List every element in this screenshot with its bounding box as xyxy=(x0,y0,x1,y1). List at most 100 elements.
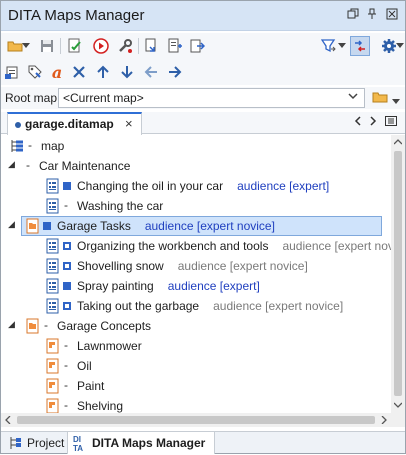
concept-icon xyxy=(45,358,61,374)
map-tree[interactable]: - map ◢ - Car Maintenance Changing the oil in… xyxy=(1,135,391,413)
tree-row-shelving[interactable]: - Shelving xyxy=(1,396,391,413)
tab-label: garage.ditamap xyxy=(25,117,114,131)
no-filter-marker: - xyxy=(28,138,32,152)
edit-properties-icon[interactable] xyxy=(25,62,45,82)
tab-garage-ditamap[interactable]: garage.ditamap × xyxy=(7,112,142,135)
map-icon xyxy=(9,138,25,154)
folder-topic-icon xyxy=(25,218,41,234)
tree-row-paint[interactable]: - Paint xyxy=(1,376,391,396)
filter-dropdown-icon[interactable] xyxy=(337,36,347,56)
tree-row-map[interactable]: - map xyxy=(1,136,391,156)
settings-dropdown-icon[interactable] xyxy=(396,36,404,56)
toolbar-separator xyxy=(138,38,139,54)
tree-row-taking-out-the-garbage[interactable]: Taking out the garbage audience [expert n… xyxy=(1,296,391,316)
expand-toggle-icon[interactable]: ◢ xyxy=(8,219,15,230)
no-filter-marker: - xyxy=(64,198,68,212)
tree-item-label: Changing the oil in your car xyxy=(77,179,224,193)
move-down-icon[interactable] xyxy=(117,62,137,82)
tab-dita-maps-manager-label: DITA Maps Manager xyxy=(92,436,206,450)
filter-icon[interactable] xyxy=(319,36,339,56)
validate-icon[interactable] xyxy=(65,36,85,56)
tab-scroll-right-icon[interactable] xyxy=(369,116,377,129)
no-filter-marker: - xyxy=(26,158,30,172)
tab-scroll-left-icon[interactable] xyxy=(354,116,362,129)
svg-text:DI: DI xyxy=(73,435,81,444)
move-up-icon[interactable] xyxy=(93,62,113,82)
pin-icon[interactable] xyxy=(365,8,379,22)
tree-item-label: Organizing the workbench and tools xyxy=(77,239,269,253)
demote-icon[interactable] xyxy=(165,62,185,82)
tree-row-changing-the-oil-in-your-car[interactable]: Changing the oil in your car audience [ex… xyxy=(1,176,391,196)
rename-icon[interactable]: a xyxy=(47,62,67,82)
folder-topic-icon xyxy=(25,318,41,334)
tree-item-label: Spray painting xyxy=(77,279,154,293)
tree-row-organizing-the-workbench-and-tools[interactable]: Organizing the workbench and tools audien… xyxy=(1,236,391,256)
project-icon xyxy=(9,436,23,453)
tree-item-label: Lawnmower xyxy=(77,339,142,353)
filter-partial-icon xyxy=(63,302,71,310)
modified-indicator xyxy=(15,122,21,128)
root-map-select[interactable]: <Current map> xyxy=(58,88,365,108)
insert-reference-icon[interactable] xyxy=(142,36,162,56)
tree-item-label: Washing the car xyxy=(77,199,164,213)
no-filter-marker: - xyxy=(64,378,68,392)
scrollbar-corner xyxy=(391,413,405,427)
horizontal-scrollbar[interactable] xyxy=(1,413,391,427)
title-bar: DITA Maps Manager xyxy=(1,1,405,31)
save-icon[interactable] xyxy=(37,36,57,56)
configure-transform-icon[interactable] xyxy=(115,36,135,56)
scroll-left-icon[interactable] xyxy=(5,415,11,426)
audience-attribute: audience [expert] xyxy=(167,279,260,293)
toolbar-main xyxy=(1,33,405,59)
insert-topic-icon[interactable] xyxy=(165,36,185,56)
scroll-down-icon[interactable] xyxy=(393,401,403,410)
tree-row-spray-painting[interactable]: Spray painting audience [expert] xyxy=(1,276,391,296)
expand-toggle-icon[interactable]: ◢ xyxy=(8,159,15,170)
tab-close-icon[interactable]: × xyxy=(125,116,133,131)
tab-list-icon[interactable] xyxy=(385,116,397,129)
open-root-map-icon[interactable] xyxy=(372,89,388,108)
tab-project-label: Project xyxy=(27,436,65,450)
tree-row-garage-concepts[interactable]: ◢ - Garage Concepts xyxy=(1,316,391,336)
dropdown-arrow-icon[interactable] xyxy=(21,36,31,56)
run-transform-icon[interactable] xyxy=(91,36,111,56)
vertical-scroll-thumb[interactable] xyxy=(394,151,402,396)
tab-dita-maps-manager[interactable]: DI TA DITA Maps Manager xyxy=(67,432,215,454)
dita-icon: DI TA xyxy=(73,434,89,455)
expand-toggle-icon[interactable]: ◢ xyxy=(8,319,15,330)
topic-icon xyxy=(45,198,61,214)
link-toggle-icon[interactable] xyxy=(350,36,370,56)
no-filter-marker: - xyxy=(44,318,48,332)
filter-match-icon xyxy=(43,222,51,230)
tree-row-lawnmower[interactable]: - Lawnmower xyxy=(1,336,391,356)
topic-icon xyxy=(45,178,61,194)
new-topic-icon[interactable] xyxy=(3,62,23,82)
tree-item-label: Shelving xyxy=(77,399,124,413)
no-filter-marker: - xyxy=(64,338,68,352)
window-title: DITA Maps Manager xyxy=(8,7,145,24)
filter-partial-icon xyxy=(63,262,71,270)
close-icon[interactable] xyxy=(385,8,399,22)
svg-text:TA: TA xyxy=(73,444,83,452)
no-filter-marker: - xyxy=(64,358,68,372)
tree-row-garage-tasks[interactable]: ◢ Garage Tasks audience [expert novice] xyxy=(1,216,391,236)
tree-row-car-maintenance[interactable]: ◢ - Car Maintenance xyxy=(1,156,391,176)
vertical-scrollbar[interactable] xyxy=(391,135,405,413)
horizontal-scroll-thumb[interactable] xyxy=(17,416,375,424)
tab-project[interactable]: Project xyxy=(5,432,67,454)
scroll-up-icon[interactable] xyxy=(393,138,403,147)
promote-icon[interactable] xyxy=(141,62,161,82)
tree-item-label: Oil xyxy=(77,359,92,373)
restore-icon[interactable] xyxy=(346,8,360,22)
tree-row-shovelling-snow[interactable]: Shovelling snow audience [expert novice] xyxy=(1,256,391,276)
tree-row-washing-the-car[interactable]: - Washing the car xyxy=(1,196,391,216)
delete-icon[interactable] xyxy=(69,62,89,82)
concept-icon xyxy=(45,338,61,354)
root-map-dropdown-icon[interactable] xyxy=(392,94,400,108)
tree-item-label: Car Maintenance xyxy=(39,159,131,173)
scroll-right-icon[interactable] xyxy=(381,415,387,426)
tree-item-label: Garage Concepts xyxy=(57,319,152,333)
export-icon[interactable] xyxy=(187,36,207,56)
tree-row-oil[interactable]: - Oil xyxy=(1,356,391,376)
root-map-value: <Current map> xyxy=(63,91,144,105)
